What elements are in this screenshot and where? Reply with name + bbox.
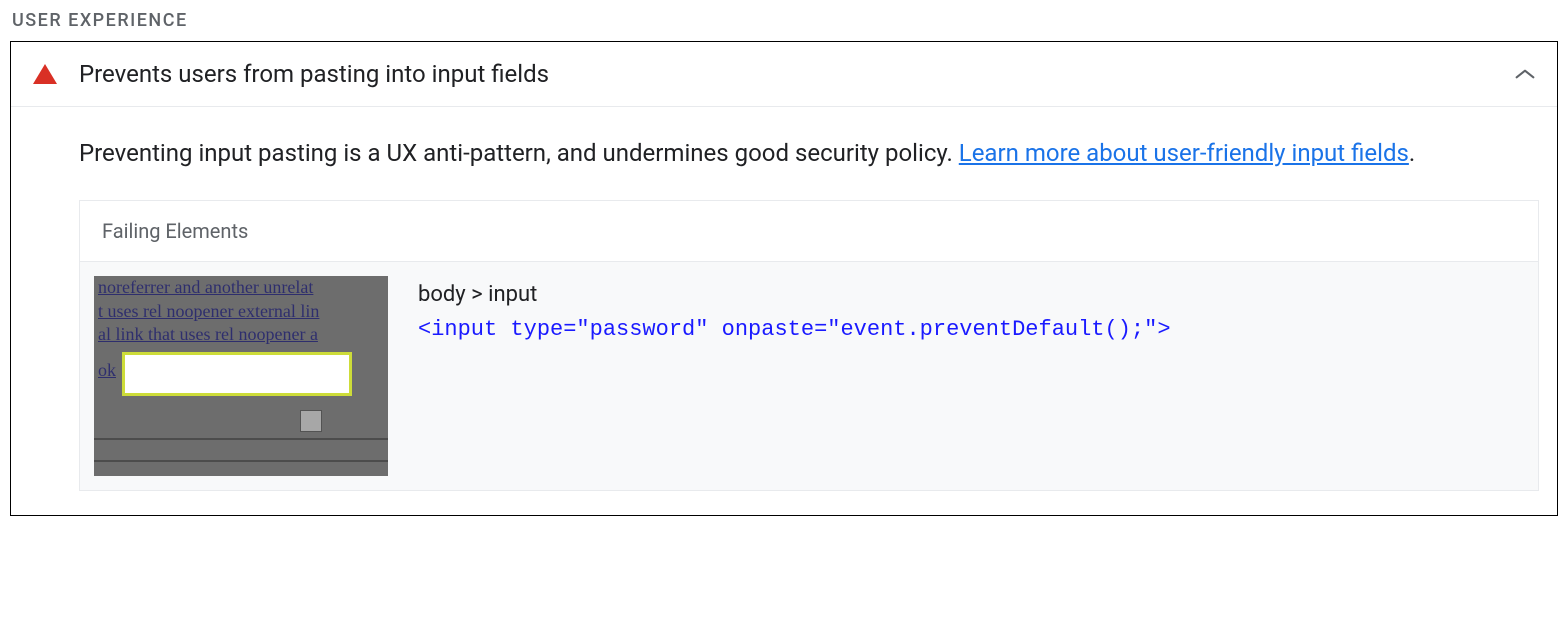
failing-element-row: noreferrer and another unrelat t uses re… (80, 262, 1538, 490)
element-selector-path: body > input (418, 282, 1171, 307)
failing-elements-block: Failing Elements noreferrer and another … (79, 200, 1539, 491)
thumb-highlight-box (122, 352, 352, 396)
thumb-ok-text: ok (98, 360, 116, 381)
failing-element-info: body > input <input type="password" onpa… (418, 276, 1171, 476)
element-thumbnail: noreferrer and another unrelat t uses re… (94, 276, 388, 476)
thumb-divider (94, 460, 388, 462)
element-code-snippet: <input type="password" onpaste="event.pr… (418, 317, 1171, 342)
thumb-broken-image-icon (300, 410, 322, 432)
thumb-text-line: t uses rel noopener external lin (94, 300, 388, 323)
thumb-divider (94, 438, 388, 440)
chevron-up-icon (1515, 68, 1535, 80)
learn-more-link[interactable]: Learn more about user-friendly input fie… (959, 139, 1409, 167)
section-header: USER EXPERIENCE (10, 10, 1558, 31)
warning-triangle-icon (33, 64, 57, 84)
failing-elements-header: Failing Elements (80, 201, 1538, 262)
thumb-text-line: al link that uses rel noopener a (94, 323, 388, 346)
audit-description-prefix: Preventing input pasting is a UX anti-pa… (79, 139, 959, 167)
audit-description: Preventing input pasting is a UX anti-pa… (79, 135, 1539, 172)
audit-body: Preventing input pasting is a UX anti-pa… (11, 107, 1557, 515)
thumb-text-line: noreferrer and another unrelat (94, 276, 388, 299)
audit-summary-row[interactable]: Prevents users from pasting into input f… (11, 42, 1557, 107)
audit-description-suffix: . (1409, 139, 1415, 167)
audit-title: Prevents users from pasting into input f… (79, 60, 1515, 88)
audit-card: Prevents users from pasting into input f… (10, 41, 1558, 516)
